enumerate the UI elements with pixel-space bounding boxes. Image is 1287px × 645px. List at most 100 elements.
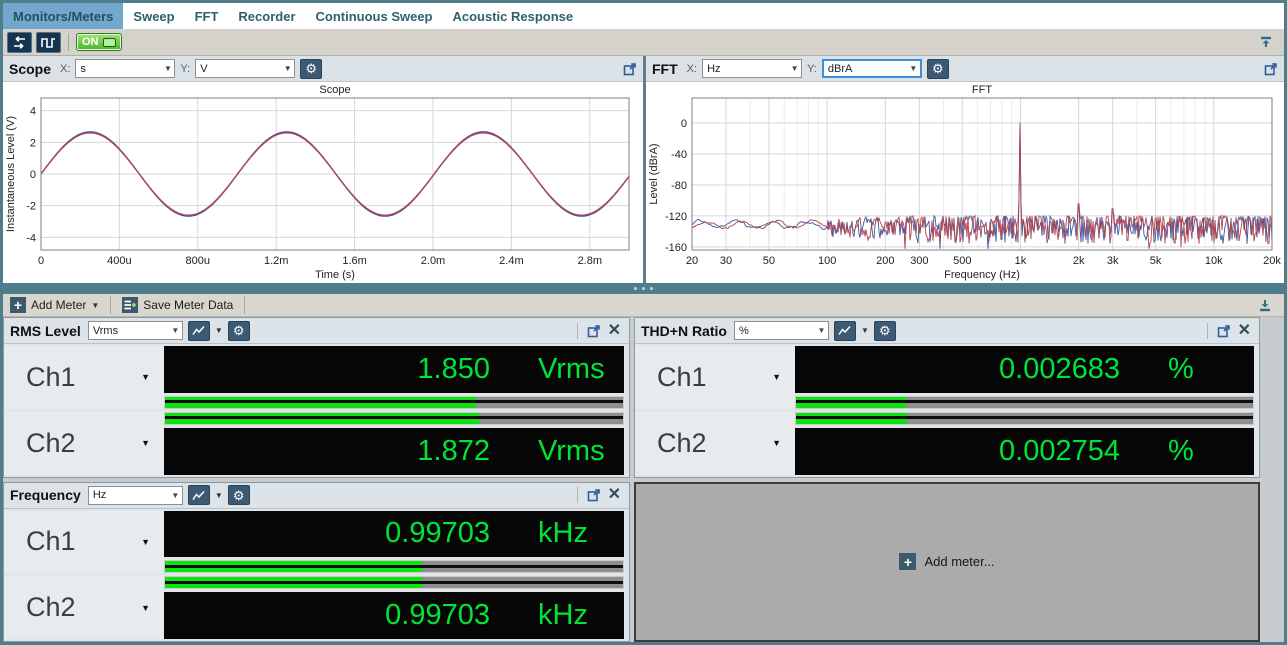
chevron-down-icon: ▼ — [161, 64, 174, 73]
rms-ch2-bar — [164, 412, 624, 425]
rms-ch1-selector[interactable]: Ch1 ▼ — [4, 346, 164, 409]
svg-text:Level (dBrA): Level (dBrA) — [648, 143, 660, 204]
rms-settings-button[interactable]: ⚙ — [228, 321, 250, 341]
frequency-ch1-selector[interactable]: Ch1 ▼ — [4, 511, 164, 574]
tab-acoustic-response[interactable]: Acoustic Response — [443, 3, 584, 29]
fft-popout-button[interactable] — [1264, 62, 1278, 76]
monitor-toolbar: ON — [3, 29, 1284, 56]
svg-text:20: 20 — [686, 255, 698, 267]
fft-settings-button[interactable]: ⚙ — [927, 59, 949, 79]
rms-close-button[interactable]: ✕ — [606, 323, 623, 339]
svg-text:2.4m: 2.4m — [499, 255, 523, 267]
svg-text:FFT: FFT — [972, 84, 992, 96]
frequency-settings-button[interactable]: ⚙ — [228, 485, 250, 505]
chevron-down-icon: ▼ — [772, 438, 781, 448]
signal-path-button[interactable] — [7, 32, 32, 53]
rms-ch2-selector[interactable]: Ch2 ▼ — [4, 412, 164, 475]
thdn-display-mode-button[interactable] — [834, 321, 856, 341]
thdn-meter-header: THD+N Ratio % ▼ ▼ ⚙ — [635, 318, 1259, 344]
scope-x-unit-select[interactable]: s ▼ — [75, 59, 175, 78]
svg-text:0: 0 — [30, 169, 36, 181]
scope-popout-button[interactable] — [623, 62, 637, 76]
collapse-panel-down-button[interactable] — [1257, 298, 1273, 312]
frequency-ch1-row: Ch1 ▼ 0.99703 kHz — [4, 511, 629, 574]
popout-icon — [587, 324, 601, 338]
thdn-close-button[interactable]: ✕ — [1236, 323, 1253, 339]
thdn-unit-select[interactable]: % ▼ — [734, 321, 829, 340]
svg-text:0: 0 — [38, 255, 44, 267]
scope-chart[interactable]: Scope0400u800u1.2m1.6m2.0m2.4m2.8m420-2-… — [3, 82, 643, 283]
frequency-ch1-unit: kHz — [538, 517, 610, 550]
svg-text:300: 300 — [910, 255, 928, 267]
frequency-close-button[interactable]: ✕ — [606, 487, 623, 503]
collapse-down-icon — [1257, 298, 1273, 312]
thdn-ch2-row: Ch2 ▼ 0.002754 % — [635, 412, 1259, 475]
svg-text:10k: 10k — [1205, 255, 1223, 267]
thdn-popout-button[interactable] — [1217, 324, 1231, 338]
rms-ch2-unit: Vrms — [538, 435, 610, 468]
horizontal-splitter[interactable] — [3, 283, 1284, 294]
chevron-down-icon[interactable]: ▼ — [215, 491, 223, 500]
fft-x-unit-select[interactable]: Hz ▼ — [702, 59, 802, 78]
scope-y-label: Y: — [180, 63, 190, 75]
add-meter-placeholder-label: Add meter... — [924, 554, 994, 569]
rms-ch2-display: 1.872 Vrms — [164, 428, 624, 475]
svg-text:800u: 800u — [186, 255, 210, 267]
add-meter-placeholder[interactable]: + Add meter... — [634, 482, 1260, 643]
tab-fft[interactable]: FFT — [185, 3, 229, 29]
collapse-panel-up-button[interactable] — [1258, 35, 1274, 49]
popout-icon — [623, 62, 637, 76]
thdn-ch2-value: 0.002754 — [999, 435, 1120, 468]
generator-on-toggle[interactable]: ON — [76, 33, 122, 51]
rms-popout-button[interactable] — [587, 324, 601, 338]
chevron-down-icon: ▼ — [169, 326, 182, 335]
svg-text:5k: 5k — [1150, 255, 1162, 267]
tab-monitors-meters[interactable]: Monitors/Meters — [3, 3, 123, 29]
save-meter-data-button[interactable]: Save Meter Data — [120, 297, 235, 313]
svg-text:30: 30 — [720, 255, 732, 267]
chevron-down-icon[interactable]: ▼ — [215, 326, 223, 335]
apx-window: Monitors/Meters Sweep FFT Recorder Conti… — [0, 0, 1287, 645]
frequency-ch2-row: Ch2 ▼ 0.99703 kHz — [4, 576, 629, 639]
tab-recorder[interactable]: Recorder — [228, 3, 305, 29]
scope-y-unit-select[interactable]: V ▼ — [195, 59, 295, 78]
scope-settings-button[interactable]: ⚙ — [300, 59, 322, 79]
thdn-ch2-selector[interactable]: Ch2 ▼ — [635, 412, 795, 475]
chevron-down-icon[interactable]: ▼ — [861, 326, 869, 335]
meters-grid: RMS Level Vrms ▼ ▼ ⚙ — [3, 317, 1260, 642]
svg-text:-2: -2 — [26, 201, 36, 213]
rms-ch1-unit: Vrms — [538, 353, 610, 386]
generator-button[interactable] — [36, 32, 61, 53]
generator-icon — [40, 35, 57, 50]
chevron-down-icon: ▼ — [281, 64, 294, 73]
frequency-popout-button[interactable] — [587, 488, 601, 502]
collapse-up-icon — [1258, 35, 1274, 49]
svg-text:Scope: Scope — [319, 84, 350, 96]
fft-panel: FFT X: Hz ▼ Y: dBrA ▼ ⚙ — [646, 56, 1284, 283]
rms-unit-select[interactable]: Vrms ▼ — [88, 321, 183, 340]
svg-text:Instantaneous Level (V): Instantaneous Level (V) — [5, 116, 17, 232]
add-meter-button[interactable]: + Add Meter ▼ — [8, 297, 101, 313]
svg-text:100: 100 — [818, 255, 836, 267]
rms-display-mode-button[interactable] — [188, 321, 210, 341]
fft-panel-title: FFT — [652, 61, 678, 77]
gear-icon: ⚙ — [879, 324, 891, 337]
frequency-ch2-selector[interactable]: Ch2 ▼ — [4, 576, 164, 639]
frequency-unit-select[interactable]: Hz ▼ — [88, 486, 183, 505]
add-plus-icon: + — [899, 553, 916, 570]
frequency-meter-title: Frequency — [10, 487, 81, 503]
frequency-meter-header: Frequency Hz ▼ ▼ ⚙ — [4, 483, 629, 509]
thdn-ch1-selector[interactable]: Ch1 ▼ — [635, 346, 795, 409]
scope-panel: Scope X: s ▼ Y: V ▼ ⚙ — [3, 56, 643, 283]
tab-sweep[interactable]: Sweep — [123, 3, 184, 29]
thdn-ratio-meter-panel: THD+N Ratio % ▼ ▼ ⚙ — [634, 317, 1260, 478]
svg-text:3k: 3k — [1107, 255, 1119, 267]
fft-y-unit-select[interactable]: dBrA ▼ — [822, 59, 922, 78]
fft-chart[interactable]: FFT2030501002003005001k2k3k5k10k20k0-40-… — [646, 82, 1284, 283]
scope-panel-header: Scope X: s ▼ Y: V ▼ ⚙ — [3, 56, 643, 82]
svg-text:1.6m: 1.6m — [342, 255, 366, 267]
thdn-settings-button[interactable]: ⚙ — [874, 321, 896, 341]
tab-continuous-sweep[interactable]: Continuous Sweep — [306, 3, 443, 29]
frequency-display-mode-button[interactable] — [188, 485, 210, 505]
right-gutter — [1260, 317, 1284, 642]
